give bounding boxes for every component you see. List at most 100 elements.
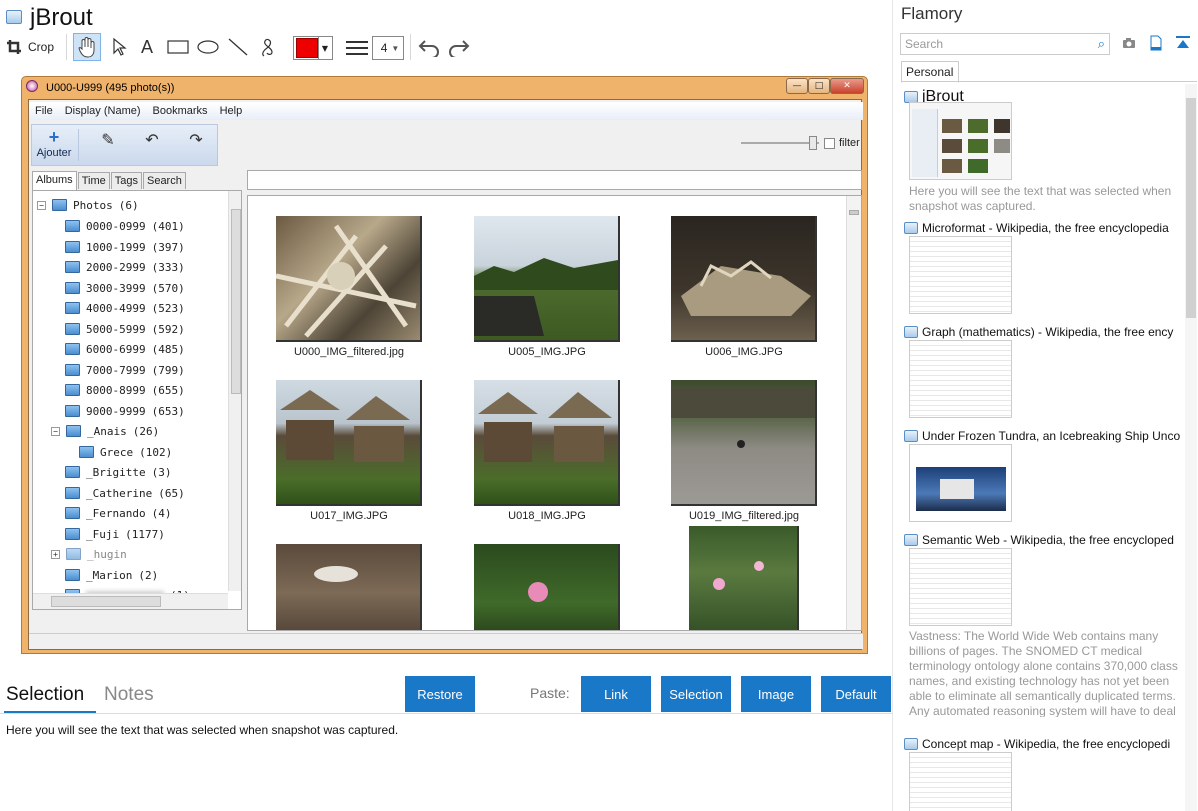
tree-item[interactable]: Grece (102) bbox=[79, 442, 172, 462]
photo-thumbnail[interactable] bbox=[474, 544, 620, 630]
crop-button[interactable]: Crop bbox=[6, 36, 54, 58]
scroll-thumb[interactable] bbox=[849, 210, 859, 215]
tab-search[interactable]: Search bbox=[142, 172, 186, 189]
tree-scrollbar[interactable] bbox=[228, 191, 241, 591]
slider-thumb[interactable] bbox=[809, 136, 817, 150]
menu-help[interactable]: Help bbox=[220, 105, 243, 117]
photo-thumbnail[interactable] bbox=[689, 526, 799, 630]
photo-thumbnail[interactable] bbox=[275, 216, 422, 342]
camera-button[interactable] bbox=[1119, 33, 1139, 53]
paste-image-button[interactable]: Image bbox=[741, 676, 811, 712]
hand-tool-button[interactable] bbox=[73, 33, 101, 61]
rotate-right-icon: ↷ bbox=[189, 130, 203, 149]
tree-item[interactable]: _Catherine (65) bbox=[65, 483, 185, 503]
select-tool-button[interactable] bbox=[107, 35, 131, 59]
tree-item[interactable]: _Fernando (4) bbox=[65, 503, 171, 523]
redo-button[interactable] bbox=[446, 35, 472, 59]
snapshot-search-input[interactable]: Search ⌕ bbox=[900, 33, 1110, 55]
snapshot-item[interactable]: Under Frozen Tundra, an Icebreaking Ship… bbox=[904, 428, 1184, 522]
tree-item[interactable]: _Marion (2) bbox=[65, 565, 158, 585]
scroll-thumb[interactable] bbox=[51, 596, 161, 607]
tab-selection[interactable]: Selection bbox=[6, 684, 84, 706]
maximize-button[interactable]: □ bbox=[808, 78, 830, 94]
tree-item[interactable]: 7000-7999 (799) bbox=[65, 360, 185, 380]
line-width-button[interactable] bbox=[344, 36, 370, 60]
photo-caption: U006_IMG.JPG bbox=[705, 346, 783, 358]
edit-comment-button[interactable]: ✎ bbox=[98, 130, 118, 149]
tree-item[interactable]: 5000-5999 (592) bbox=[65, 319, 185, 339]
snapshot-item[interactable]: Semantic Web - Wikipedia, the free encyc… bbox=[904, 532, 1184, 717]
document-button[interactable] bbox=[1146, 33, 1166, 53]
tree-item[interactable]: 2000-2999 (333) bbox=[65, 257, 185, 277]
menu-file[interactable]: File bbox=[35, 105, 53, 117]
menu-bookmarks[interactable]: Bookmarks bbox=[153, 105, 208, 117]
snapshot-thumbnail bbox=[909, 340, 1012, 418]
photo-thumbnail[interactable] bbox=[671, 380, 817, 506]
tree-item[interactable]: 9000-9999 (653) bbox=[65, 401, 185, 421]
undo-button[interactable] bbox=[416, 35, 442, 59]
menu-display[interactable]: Display (Name) bbox=[65, 105, 141, 117]
snapshot-list-scrollbar[interactable] bbox=[1185, 84, 1197, 811]
tree-item[interactable]: 1000-1999 (397) bbox=[65, 237, 185, 257]
snapshot-icon bbox=[904, 222, 918, 234]
thumbnail-size-slider[interactable] bbox=[741, 142, 819, 144]
edit-icon: ✎ bbox=[101, 130, 115, 149]
snapshot-item[interactable]: Concept map - Wikipedia, the free encycl… bbox=[904, 736, 1184, 811]
photo-thumbnail[interactable] bbox=[474, 380, 620, 506]
filter-label: filter bbox=[839, 137, 860, 149]
tree-item[interactable]: + _hugin bbox=[51, 544, 127, 564]
line-width-select[interactable]: 4 ▼ bbox=[372, 36, 404, 60]
tree-item[interactable]: 4000-4999 (523) bbox=[65, 298, 185, 318]
tree-item[interactable]: 0000-0999 (401) bbox=[65, 216, 185, 236]
tree-item[interactable]: − _Anais (26) bbox=[51, 421, 159, 441]
line-tool-button[interactable] bbox=[225, 35, 251, 59]
ellipse-tool-button[interactable] bbox=[195, 35, 221, 59]
folder-icon bbox=[65, 323, 80, 335]
tree-item[interactable]: _Fuji (1177) bbox=[65, 524, 165, 544]
snapshot-item[interactable]: Microformat - Wikipedia, the free encycl… bbox=[904, 220, 1184, 314]
paste-default-button[interactable]: Default bbox=[821, 676, 891, 712]
paste-selection-button[interactable]: Selection bbox=[661, 676, 731, 712]
eject-button[interactable] bbox=[1173, 33, 1193, 53]
rectangle-tool-button[interactable] bbox=[165, 35, 191, 59]
tree-item[interactable]: − Photos (6) bbox=[37, 195, 139, 215]
photo-thumbnail[interactable] bbox=[276, 544, 422, 630]
minimize-button[interactable]: — bbox=[786, 78, 808, 94]
photo-thumbnail[interactable] bbox=[474, 216, 620, 342]
snapshot-thumbnail bbox=[909, 752, 1012, 811]
tab-tags[interactable]: Tags bbox=[110, 172, 142, 189]
toolbar-separator bbox=[66, 34, 67, 60]
rotate-left-button[interactable]: ↶ bbox=[142, 130, 162, 149]
tree-item[interactable]: 8000-8999 (655) bbox=[65, 380, 185, 400]
tree-item[interactable]: 3000-3999 (570) bbox=[65, 278, 185, 298]
snapshot-icon bbox=[904, 534, 918, 546]
photo-grid-scrollbar[interactable] bbox=[846, 196, 861, 630]
photo-search-input[interactable] bbox=[247, 170, 862, 190]
close-button[interactable]: ✕ bbox=[830, 78, 864, 94]
tree-item[interactable]: _Brigitte (3) bbox=[65, 462, 171, 482]
scroll-thumb[interactable] bbox=[1186, 98, 1196, 318]
tab-albums[interactable]: Albums bbox=[32, 171, 77, 190]
crop-label: Crop bbox=[28, 40, 55, 54]
photo-thumbnail[interactable] bbox=[671, 216, 817, 342]
snapshot-list: jBrout Here you will see the text that w… bbox=[904, 86, 1184, 811]
snapshot-item[interactable]: Graph (mathematics) - Wikipedia, the fre… bbox=[904, 324, 1184, 418]
tree-item[interactable]: 6000-6999 (485) bbox=[65, 339, 185, 359]
freehand-tool-button[interactable] bbox=[255, 35, 281, 59]
paste-link-button[interactable]: Link bbox=[581, 676, 651, 712]
photo-thumbnail[interactable] bbox=[276, 380, 422, 506]
rotate-right-button[interactable]: ↷ bbox=[186, 130, 206, 149]
tab-time[interactable]: Time bbox=[77, 172, 110, 189]
snapshot-item[interactable]: jBrout Here you will see the text that w… bbox=[904, 88, 1184, 213]
scroll-thumb[interactable] bbox=[231, 209, 241, 394]
add-button[interactable]: + Ajouter bbox=[35, 127, 73, 165]
tree-horizontal-scrollbar[interactable] bbox=[33, 593, 228, 609]
filter-checkbox[interactable] bbox=[824, 138, 835, 149]
snapshot-title: Under Frozen Tundra, an Icebreaking Ship… bbox=[922, 429, 1181, 443]
tab-notes[interactable]: Notes bbox=[104, 684, 154, 706]
color-picker[interactable]: ▼ bbox=[293, 36, 333, 60]
search-icon[interactable]: ⌕ bbox=[1098, 36, 1105, 52]
tab-personal[interactable]: Personal bbox=[901, 61, 959, 83]
restore-button[interactable]: Restore bbox=[405, 676, 475, 712]
text-tool-button[interactable]: A bbox=[136, 35, 158, 59]
